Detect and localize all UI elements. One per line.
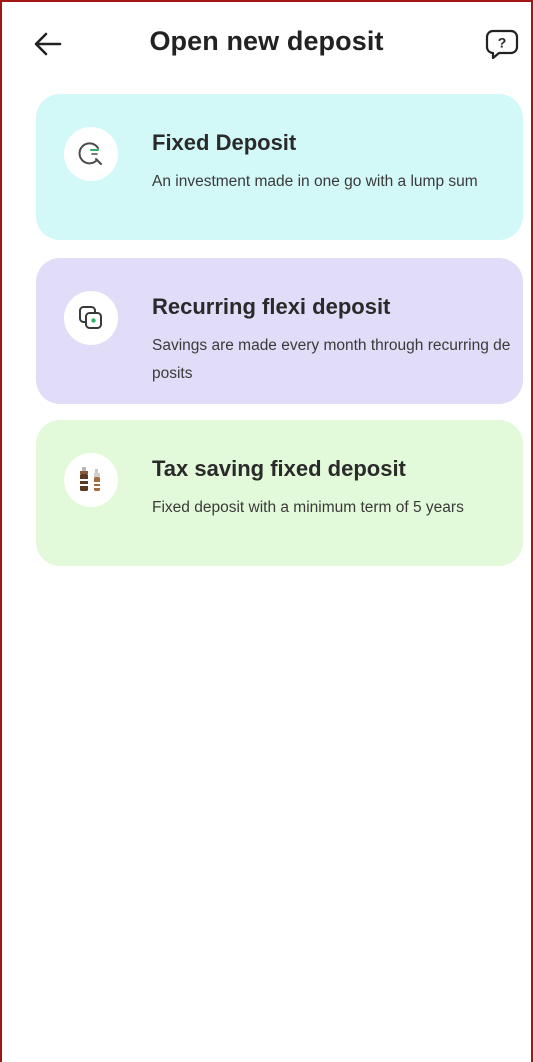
card-description: Savings are made every month through rec… [152, 337, 511, 382]
fixed-deposit-card[interactable]: Fixed Deposit An investment made in one … [36, 94, 523, 240]
help-chat-icon: ? [485, 29, 519, 60]
recurring-cards-icon [64, 291, 118, 345]
magnifier-clock-icon [64, 127, 118, 181]
card-description: Fixed deposit with a minimum term of 5 y… [152, 499, 464, 516]
app-screen: Open new deposit ? Fixed Deposit An inve… [0, 0, 533, 1062]
tax-saving-fixed-deposit-card[interactable]: Tax saving fixed deposit Fixed deposit w… [36, 420, 523, 566]
card-description: An investment made in one go with a lump… [152, 173, 478, 190]
card-title: Fixed Deposit [152, 130, 297, 155]
page-title: Open new deposit [149, 26, 384, 56]
help-button[interactable]: ? [482, 24, 522, 64]
recurring-flexi-deposit-card[interactable]: Recurring flexi deposit Savings are made… [36, 258, 523, 404]
tax-bottles-icon [64, 453, 118, 507]
app-header: Open new deposit ? [2, 2, 531, 88]
card-title: Recurring flexi deposit [152, 294, 391, 319]
card-title: Tax saving fixed deposit [152, 456, 406, 481]
svg-text:?: ? [498, 35, 507, 51]
